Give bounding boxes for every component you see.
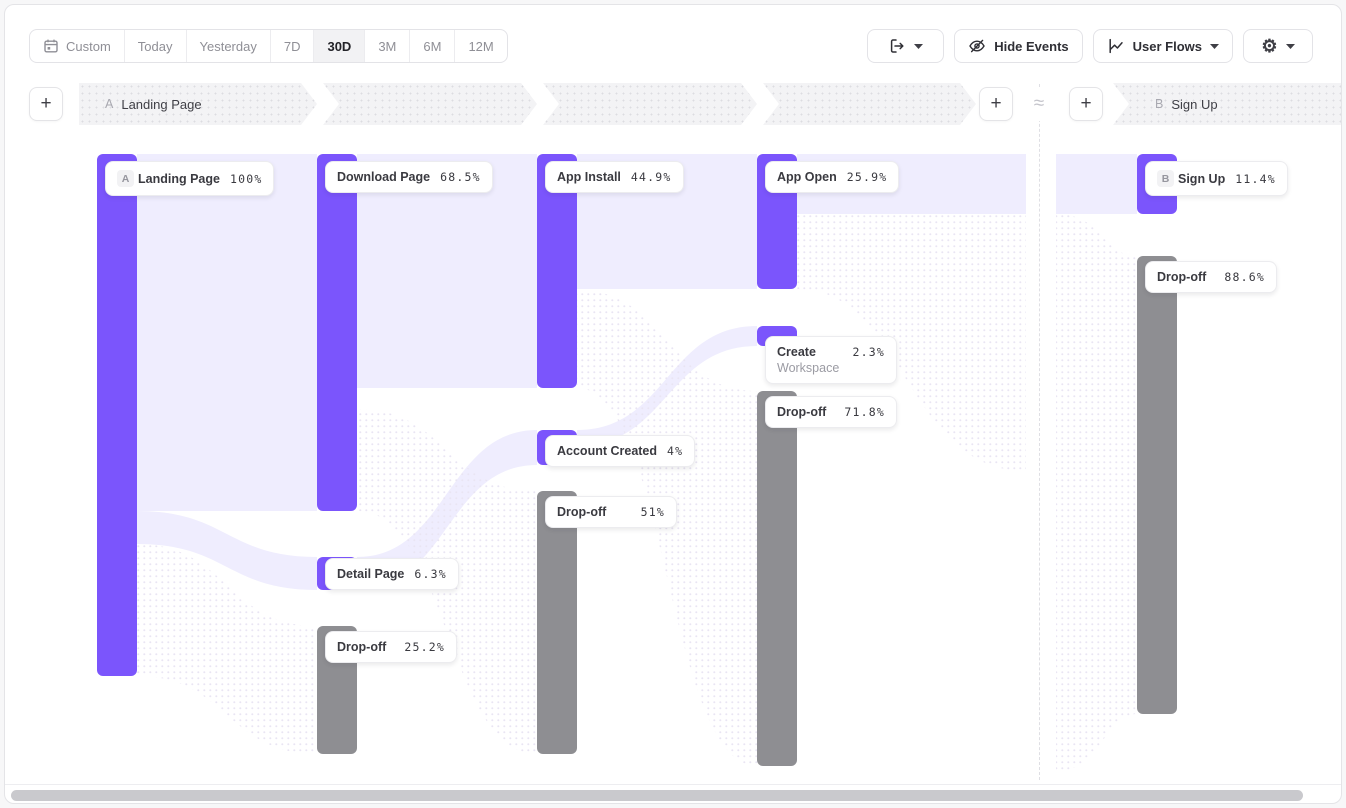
- add-step-button-b[interactable]: +: [1069, 87, 1103, 121]
- plus-icon: +: [40, 93, 51, 115]
- node-label-drop-off-25[interactable]: Drop-off 25.2%: [325, 631, 457, 663]
- node-bar-landing-page[interactable]: [97, 154, 137, 676]
- flow-drop-71: [577, 290, 757, 766]
- app-card: Custom Today Yesterday 7D 30D 3M 6M 12M …: [4, 4, 1342, 804]
- flow-landing-download: [137, 154, 317, 511]
- step-header-b[interactable]: B Sign Up: [1155, 83, 1218, 125]
- approx-icon: ≈: [1019, 87, 1059, 121]
- node-label-sign-up[interactable]: BSign Up 11.4%: [1145, 161, 1288, 196]
- node-label-account-created[interactable]: Account Created 4%: [545, 435, 695, 467]
- node-label-app-install[interactable]: App Install 44.9%: [545, 161, 684, 193]
- node-label-create-workspace[interactable]: Create 2.3% Workspace: [765, 336, 897, 384]
- node-bar-drop-off-88[interactable]: [1137, 256, 1177, 714]
- node-bar-drop-off-51[interactable]: [537, 491, 577, 754]
- node-bar-download-page[interactable]: [317, 154, 357, 511]
- plus-icon: +: [990, 93, 1001, 115]
- node-bar-drop-off-71[interactable]: [757, 391, 797, 766]
- node-label-drop-off-71[interactable]: Drop-off 71.8%: [765, 396, 897, 428]
- node-label-detail-page[interactable]: Detail Page 6.3%: [325, 558, 459, 590]
- node-label-download-page[interactable]: Download Page 68.5%: [325, 161, 493, 193]
- node-label-app-open[interactable]: App Open 25.9%: [765, 161, 899, 193]
- step-b-badge: B: [1155, 97, 1163, 111]
- flow-drop-88: [1056, 214, 1137, 771]
- step-a-label: Landing Page: [121, 97, 201, 112]
- plus-icon: +: [1080, 93, 1091, 115]
- node-label-landing-page[interactable]: ALanding Page 100%: [105, 161, 274, 196]
- step-b-label: Sign Up: [1171, 97, 1217, 112]
- node-label-drop-off-88[interactable]: Drop-off 88.6%: [1145, 261, 1277, 293]
- add-step-button-mid[interactable]: +: [979, 87, 1013, 121]
- step-header-a[interactable]: A Landing Page: [105, 83, 202, 125]
- node-badge-b: B: [1157, 170, 1174, 187]
- node-label-drop-off-51[interactable]: Drop-off 51%: [545, 496, 677, 528]
- step-a-badge: A: [105, 97, 113, 111]
- flow-sectionb-signup: [1056, 154, 1137, 214]
- add-step-button-left[interactable]: +: [29, 87, 63, 121]
- node-badge-a: A: [117, 170, 134, 187]
